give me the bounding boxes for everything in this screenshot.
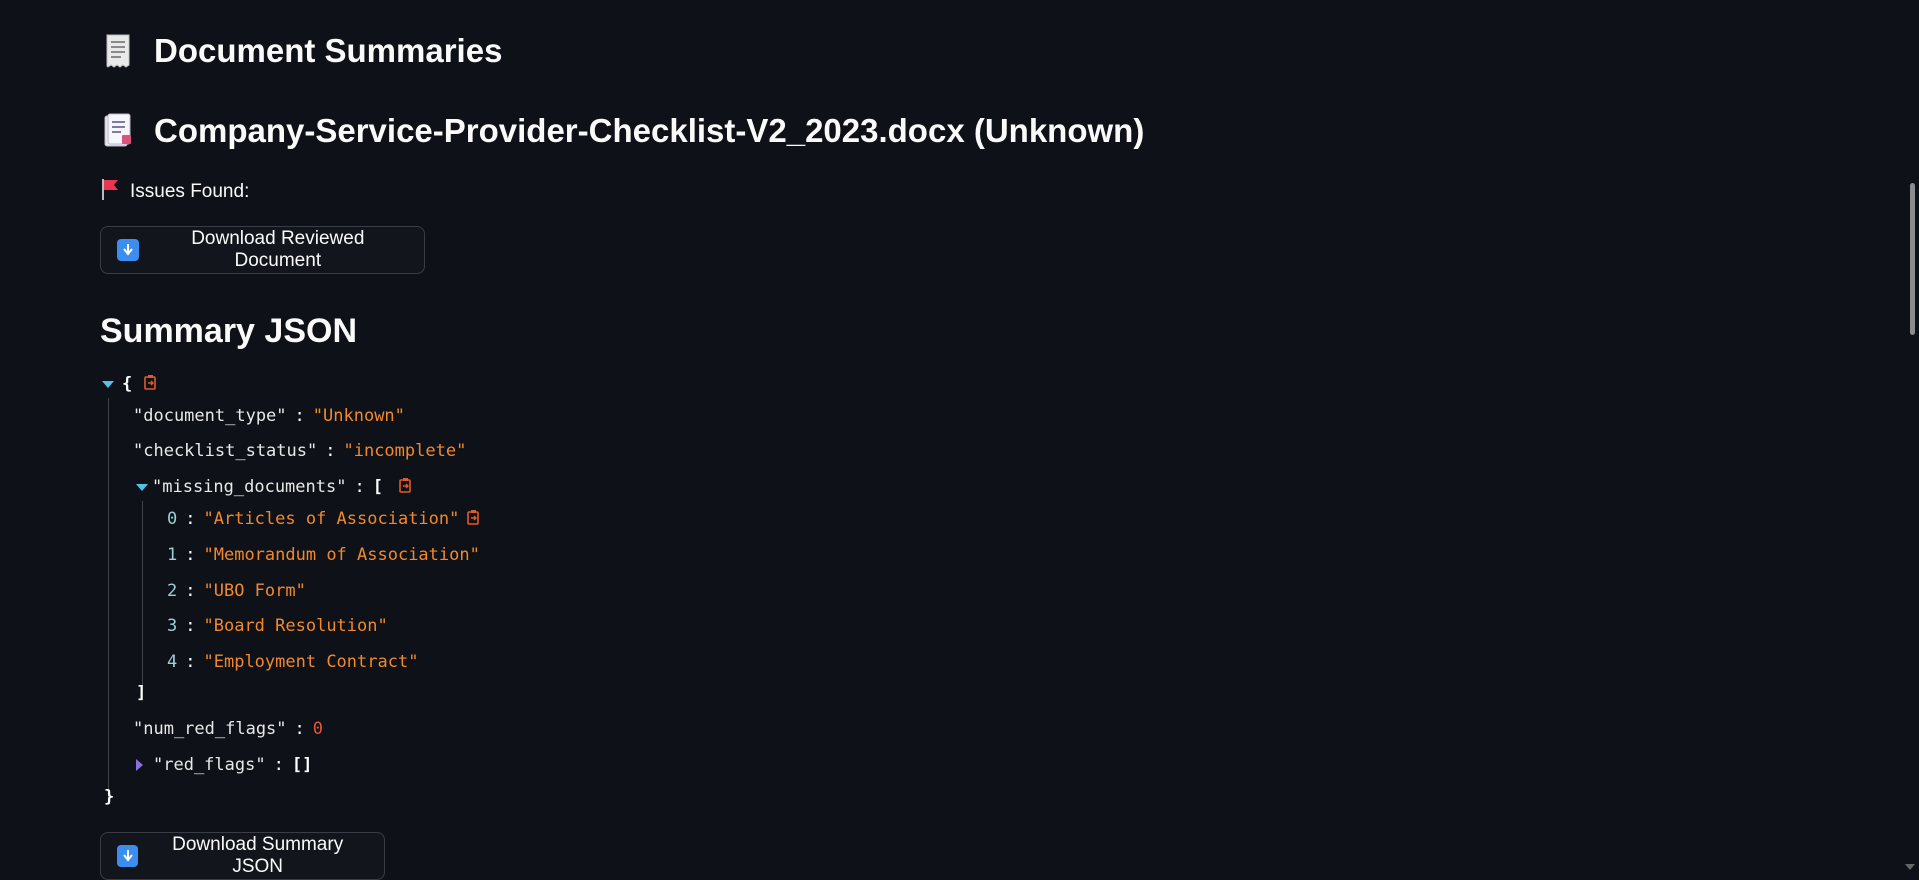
list-item: 0 : "Articles of Association" [167, 505, 481, 533]
copy-icon[interactable] [465, 509, 481, 530]
list-item: 3 : "Board Resolution" [167, 616, 388, 636]
scroll-down-icon[interactable] [1905, 864, 1915, 870]
page-title-text: Document Summaries [154, 32, 503, 69]
json-row-checklist-status: "checklist_status" : "incomplete" [133, 441, 467, 461]
expand-toggle-icon[interactable] [102, 380, 114, 388]
collapsed-toggle-icon[interactable] [136, 759, 143, 771]
download-arrow-icon [117, 845, 139, 867]
json-row-document-type: "document_type" : "Unknown" [133, 406, 405, 426]
copy-icon[interactable] [142, 374, 158, 395]
download-summary-label: Download Summary JSON [172, 834, 344, 877]
document-heading: Company-Service-Provider-Checklist-V2_20… [100, 112, 1144, 150]
list-item: 2 : "UBO Form" [167, 581, 306, 601]
document-icon [100, 112, 136, 150]
document-name: Company-Service-Provider-Checklist-V2_20… [154, 112, 1145, 149]
download-reviewed-label: Download Reviewed Document [191, 228, 365, 271]
page-title: Document Summaries [100, 32, 502, 70]
red-flag-icon [100, 178, 120, 206]
copy-icon[interactable] [397, 477, 413, 498]
json-indent-guide [142, 501, 143, 691]
json-root-close: } [104, 787, 115, 807]
json-indent-guide [108, 398, 109, 800]
issues-found: Issues Found: [100, 178, 249, 206]
json-close-bracket: ] [136, 683, 147, 703]
issues-label: Issues Found: [130, 181, 250, 202]
summary-json-title: Summary JSON [100, 312, 357, 350]
json-row-num-red-flags: "num_red_flags" : 0 [133, 719, 324, 739]
json-row-missing-documents: "missing_documents" : [ [136, 473, 413, 501]
list-item: 1 : "Memorandum of Association" [167, 545, 480, 565]
json-root-open: { [102, 370, 158, 398]
download-reviewed-document-button[interactable]: Download Reviewed Document [100, 226, 425, 274]
json-row-red-flags: "red_flags" : [] [136, 751, 312, 779]
receipt-icon [100, 32, 136, 70]
scrollbar-thumb[interactable] [1910, 183, 1915, 335]
download-arrow-icon [117, 239, 139, 261]
scrollbar[interactable] [1902, 0, 1919, 873]
list-item: 4 : "Employment Contract" [167, 652, 419, 672]
expand-toggle-icon[interactable] [136, 483, 148, 491]
